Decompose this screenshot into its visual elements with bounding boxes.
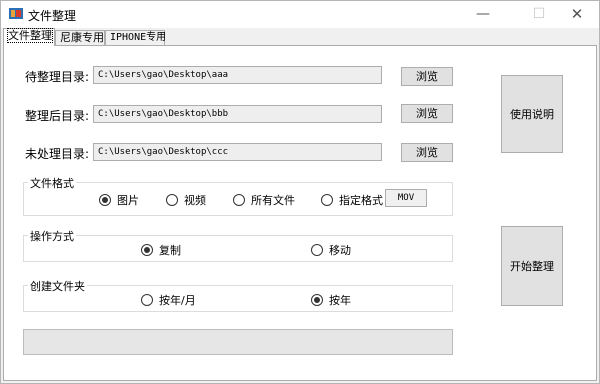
radio-label: 所有文件 [251,194,295,207]
progress-bar [23,329,453,355]
folder-radio-year[interactable]: 按年 [311,292,351,308]
tab-label: IPHONE专用 [110,32,167,43]
format-radio-all-files[interactable]: 所有文件 [233,192,295,208]
instructions-button[interactable]: 使用说明 [501,75,563,153]
radio-unchecked-icon [141,294,153,306]
tab-file-organize[interactable]: 文件整理 [3,28,55,46]
folder-app-icon [9,7,23,20]
operation-legend: 操作方式 [28,228,76,244]
radio-unchecked-icon [321,194,333,206]
tab-iphone[interactable]: IPHONE专用 [105,30,167,46]
title-bar: 文件整理 — ☐ ✕ [1,1,599,28]
create-folder-legend: 创建文件夹 [28,278,87,294]
radio-label: 图片 [117,194,139,207]
source-dir-label: 待整理目录: [25,70,90,84]
target-dir-label: 整理后目录: [25,109,90,123]
radio-checked-icon [141,244,153,256]
unprocessed-dir-field[interactable]: C:\Users\gao\Desktop\ccc [93,143,382,161]
radio-label: 指定格式 [339,194,383,207]
create-folder-group: 创建文件夹 [23,278,453,312]
source-browse-button[interactable]: 浏览 [401,67,453,86]
file-format-legend: 文件格式 [28,175,76,191]
format-radio-video[interactable]: 视频 [166,192,206,208]
format-radio-image[interactable]: 图片 [99,192,139,208]
radio-unchecked-icon [233,194,245,206]
radio-label: 移动 [329,244,351,257]
start-organize-button[interactable]: 开始整理 [501,226,563,306]
window-title: 文件整理 [28,9,77,23]
radio-label: 复制 [159,244,181,257]
radio-unchecked-icon [311,244,323,256]
unprocessed-dir-label: 未处理目录: [25,147,90,161]
app-window: 文件整理 — ☐ ✕ 文件整理 尼康专用 IPHONE专用 待整理目录: C:\… [0,0,600,384]
unprocessed-browse-button[interactable]: 浏览 [401,143,453,162]
radio-unchecked-icon [166,194,178,206]
source-dir-field[interactable]: C:\Users\gao\Desktop\aaa [93,66,382,84]
format-radio-specified[interactable]: 指定格式 [321,192,383,208]
radio-checked-icon [311,294,323,306]
radio-label: 视频 [184,194,206,207]
start-organize-button-label: 开始整理 [510,260,554,273]
operation-radio-copy[interactable]: 复制 [141,242,181,258]
minimize-button[interactable]: — [461,1,505,28]
tab-nikon[interactable]: 尼康专用 [55,30,105,46]
tab-label: 文件整理 [7,28,53,43]
specified-format-field[interactable]: MOV [385,189,427,207]
operation-group: 操作方式 [23,228,453,262]
radio-checked-icon [99,194,111,206]
target-dir-field[interactable]: C:\Users\gao\Desktop\bbb [93,105,382,123]
tab-label: 尼康专用 [60,31,104,44]
radio-label: 按年 [329,294,351,307]
close-button[interactable]: ✕ [555,1,599,28]
operation-radio-move[interactable]: 移动 [311,242,351,258]
folder-radio-year-month[interactable]: 按年/月 [141,292,196,308]
instructions-button-label: 使用说明 [510,108,554,121]
target-browse-button[interactable]: 浏览 [401,104,453,123]
radio-label: 按年/月 [159,294,196,307]
